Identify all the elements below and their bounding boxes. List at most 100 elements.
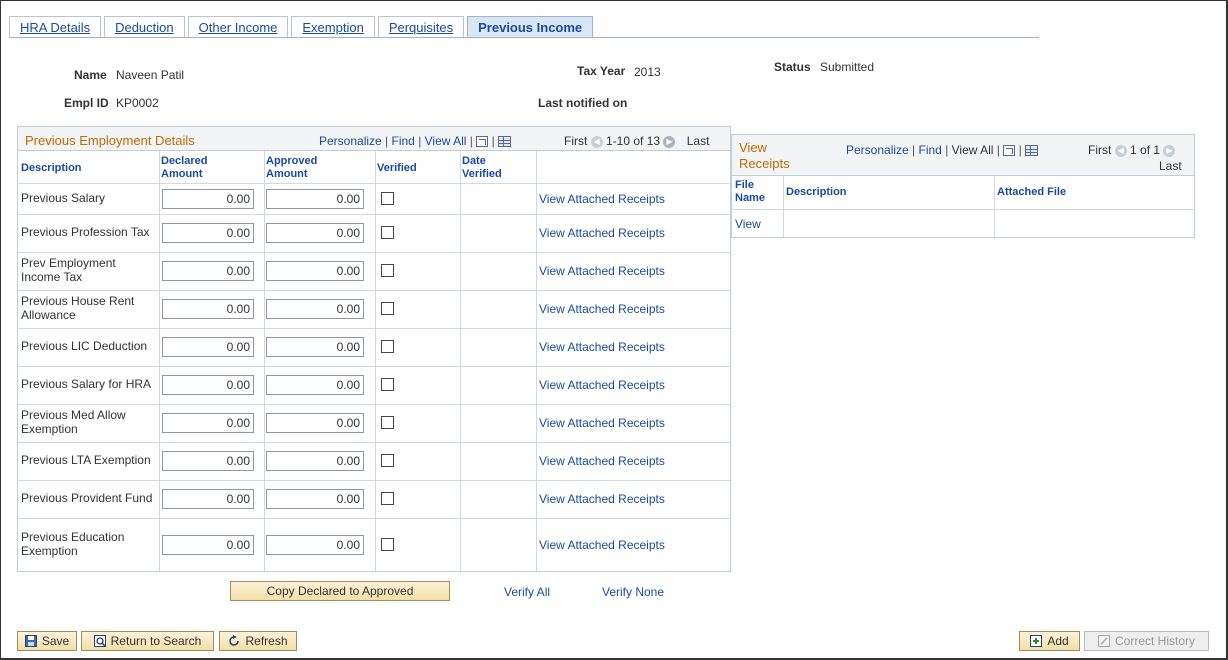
row-description: Prev Employment Income Tax [21, 256, 116, 284]
approved-amount-input[interactable]: 0.00 [266, 299, 364, 319]
declared-amount-input[interactable]: 0.00 [162, 337, 254, 357]
receipts-personalize-link[interactable]: Personalize [846, 143, 909, 157]
view-attached-receipts-link[interactable]: View Attached Receipts [539, 302, 665, 316]
declared-amount-input[interactable]: 0.00 [162, 261, 254, 281]
page-frame: HRA Details Deduction Other Income Exemp… [0, 0, 1228, 660]
approved-amount-input[interactable]: 0.00 [266, 535, 364, 555]
table-row: Previous House Rent Allowance 0.00 0.00 View… [18, 290, 730, 328]
verified-checkbox[interactable] [381, 492, 394, 505]
refresh-button[interactable]: Refresh [219, 631, 297, 651]
last-notified-label: Last notified on [538, 96, 628, 110]
tab-deduction[interactable]: Deduction [104, 16, 185, 38]
receipts-last-label: Last [1159, 159, 1182, 173]
first-label: First [564, 134, 588, 148]
view-attached-receipts-link[interactable]: View Attached Receipts [539, 538, 665, 552]
approved-amount-input[interactable]: 0.00 [266, 489, 364, 509]
receipts-new-window-icon[interactable] [1003, 145, 1016, 157]
view-attached-receipts-link[interactable]: View Attached Receipts [539, 192, 665, 206]
tab-previous-income[interactable]: Previous Income [467, 16, 594, 38]
personalize-link[interactable]: Personalize [319, 134, 382, 148]
declared-amount-input[interactable]: 0.00 [162, 413, 254, 433]
col-verified[interactable]: Verified [377, 162, 417, 175]
save-button[interactable]: Save [17, 631, 77, 651]
find-link[interactable]: Find [392, 134, 415, 148]
new-window-icon[interactable] [476, 136, 489, 148]
approved-amount-input[interactable]: 0.00 [266, 375, 364, 395]
verified-checkbox[interactable] [381, 340, 394, 353]
tab-other-income[interactable]: Other Income [187, 16, 289, 38]
row-description: Previous Education Exemption [21, 530, 125, 558]
receipts-pager: First ◀ 1 of 1 ▶ [1088, 143, 1176, 157]
tab-hra-details[interactable]: HRA Details [9, 16, 102, 38]
tax-year-value: 2013 [634, 65, 661, 79]
verify-none-link[interactable]: Verify None [602, 585, 664, 599]
approved-amount-input[interactable]: 0.00 [266, 413, 364, 433]
approved-amount-input[interactable]: 0.00 [266, 189, 364, 209]
view-attached-receipts-link[interactable]: View Attached Receipts [539, 492, 665, 506]
declared-amount-input[interactable]: 0.00 [162, 451, 254, 471]
verified-checkbox[interactable] [381, 454, 394, 467]
view-attached-receipts-link[interactable]: View Attached Receipts [539, 340, 665, 354]
view-attached-receipts-link[interactable]: View Attached Receipts [539, 264, 665, 278]
tab-exemption[interactable]: Exemption [291, 16, 375, 38]
approved-amount-input[interactable]: 0.00 [266, 261, 364, 281]
receipts-find-link[interactable]: Find [919, 143, 942, 157]
row-description: Previous LTA Exemption [21, 453, 151, 467]
table-row: Previous Med Allow Exemption 0.00 0.00 View … [18, 404, 730, 442]
col-approved-amount[interactable]: Approved Amount [266, 155, 317, 181]
download-grid-icon[interactable] [498, 136, 512, 148]
table-row: Previous Salary for HRA 0.00 0.00 View Atta… [18, 366, 730, 404]
previous-arrow-icon[interactable]: ◀ [590, 135, 603, 148]
declared-amount-input[interactable]: 0.00 [162, 189, 254, 209]
approved-amount-input[interactable]: 0.00 [266, 223, 364, 243]
verified-checkbox[interactable] [381, 226, 394, 239]
return-to-search-icon [93, 634, 106, 647]
tab-bar: HRA Details Deduction Other Income Exemp… [9, 16, 596, 38]
col-receipt-description[interactable]: Description [786, 186, 847, 199]
approved-amount-input[interactable]: 0.00 [266, 451, 364, 471]
tab-perquisites[interactable]: Perquisites [377, 16, 465, 38]
next-arrow-icon[interactable]: ▶ [663, 135, 676, 148]
col-file-name[interactable]: File Name [735, 179, 765, 205]
verify-all-link[interactable]: Verify All [504, 585, 550, 599]
view-all-link[interactable]: View All [425, 134, 467, 148]
tax-year-label: Tax Year [577, 64, 626, 78]
view-attached-receipts-link[interactable]: View Attached Receipts [539, 378, 665, 392]
col-declared-amount[interactable]: Declared Amount [161, 155, 207, 181]
view-attached-receipts-link[interactable]: View Attached Receipts [539, 454, 665, 468]
col-description[interactable]: Description [21, 162, 82, 175]
last-label: Last [686, 134, 710, 148]
verified-checkbox[interactable] [381, 378, 394, 391]
view-attached-receipts-link[interactable]: View Attached Receipts [539, 226, 665, 240]
table-row: Previous Salary 0.00 0.00 View Attached Rec… [18, 184, 730, 214]
verified-checkbox[interactable] [381, 302, 394, 315]
receipts-view-all[interactable]: View All [952, 143, 994, 157]
copy-declared-to-approved-button[interactable]: Copy Declared to Approved [230, 581, 450, 601]
receipts-previous-arrow-icon[interactable]: ◀ [1114, 144, 1127, 157]
verified-checkbox[interactable] [381, 192, 394, 205]
correct-history-icon [1097, 634, 1110, 647]
table-row: Previous LIC Deduction 0.00 0.00 View Attac… [18, 328, 730, 366]
approved-amount-input[interactable]: 0.00 [266, 337, 364, 357]
declared-amount-input[interactable]: 0.00 [162, 375, 254, 395]
return-to-search-button[interactable]: Return to Search [81, 631, 214, 651]
view-attached-receipts-link[interactable]: View Attached Receipts [539, 416, 665, 430]
name-value: Naveen Patil [116, 68, 185, 82]
declared-amount-input[interactable]: 0.00 [162, 299, 254, 319]
receipts-download-icon[interactable] [1025, 145, 1039, 157]
col-attached-file[interactable]: Attached File [997, 186, 1066, 199]
declared-amount-input[interactable]: 0.00 [162, 223, 254, 243]
tab-underline [9, 37, 1039, 38]
verified-checkbox[interactable] [381, 416, 394, 429]
verified-checkbox[interactable] [381, 538, 394, 551]
receipt-view-link[interactable]: View [735, 217, 761, 231]
col-date-verified[interactable]: Date Verified [462, 155, 502, 181]
add-button[interactable]: Add [1019, 631, 1080, 651]
declared-amount-input[interactable]: 0.00 [162, 535, 254, 555]
add-icon [1030, 634, 1043, 647]
correct-history-button: Correct History [1084, 631, 1209, 651]
verified-checkbox[interactable] [381, 264, 394, 277]
table-row: Prev Employment Income Tax 0.00 0.00 View At… [18, 252, 730, 290]
declared-amount-input[interactable]: 0.00 [162, 489, 254, 509]
receipts-next-arrow-icon[interactable]: ▶ [1163, 144, 1176, 157]
